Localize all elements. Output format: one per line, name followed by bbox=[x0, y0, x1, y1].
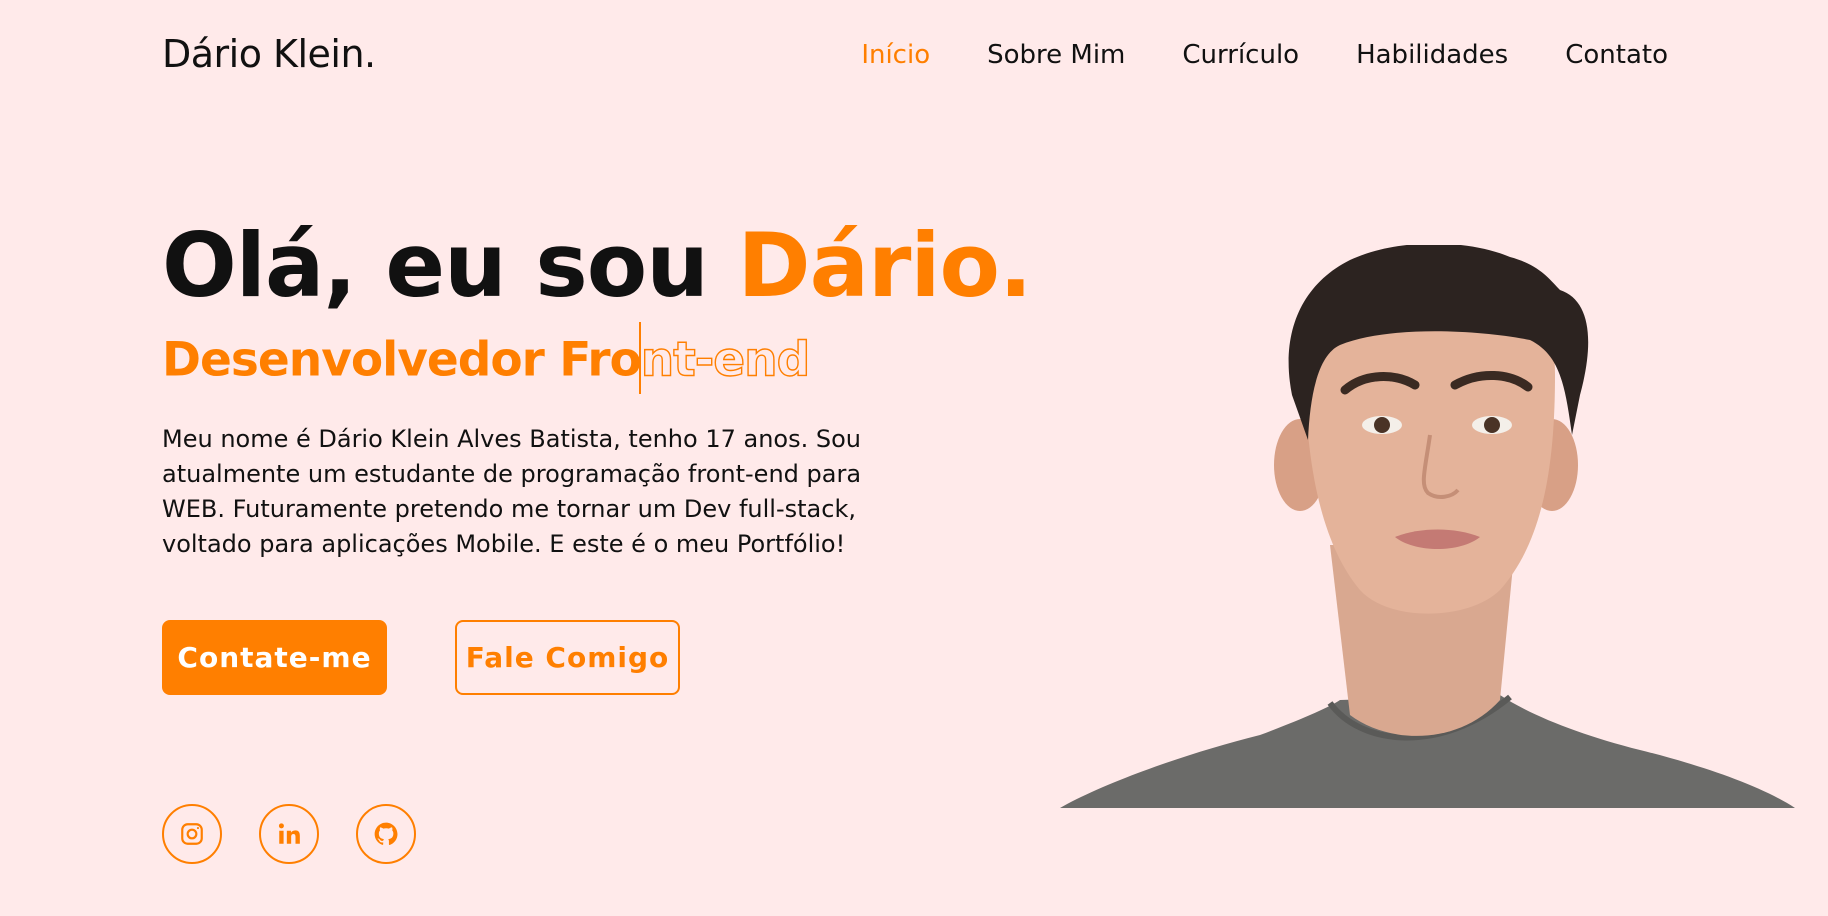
instagram-icon bbox=[181, 823, 203, 845]
nav-item-contato[interactable]: Contato bbox=[1565, 40, 1668, 70]
github-link[interactable] bbox=[356, 804, 416, 864]
linkedin-link[interactable] bbox=[259, 804, 319, 864]
github-icon bbox=[374, 822, 398, 845]
hero-title: Olá, eu sou Dário. bbox=[162, 222, 1032, 310]
hero-subtitle: Desenvolvedor Front-end bbox=[162, 322, 922, 394]
hero-buttons: Contate-me Fale Comigo bbox=[162, 620, 922, 695]
linkedin-icon bbox=[278, 823, 300, 844]
hero-section: Olá, eu sou Dário. Desenvolvedor Front-e… bbox=[162, 222, 1032, 695]
social-links bbox=[162, 804, 416, 864]
profile-photo bbox=[1060, 245, 1795, 808]
subtitle-typed-text: Desenvolvedor Fro bbox=[162, 332, 642, 388]
hero-description: Meu nome é Dário Klein Alves Batista, te… bbox=[162, 425, 862, 558]
nav-item-inicio[interactable]: Início bbox=[861, 40, 930, 70]
talk-to-me-button[interactable]: Fale Comigo bbox=[455, 620, 680, 695]
nav-item-sobre-mim[interactable]: Sobre Mim bbox=[987, 40, 1125, 70]
contact-me-button[interactable]: Contate-me bbox=[162, 620, 387, 695]
subtitle-outline-text: nt-end bbox=[640, 332, 811, 388]
hero-title-name: Dário. bbox=[737, 214, 1033, 317]
site-header: Dário Klein. Início Sobre Mim Currículo … bbox=[0, 0, 1828, 110]
nav-item-curriculo[interactable]: Currículo bbox=[1182, 40, 1299, 70]
nav-item-habilidades[interactable]: Habilidades bbox=[1356, 40, 1508, 70]
site-logo[interactable]: Dário Klein. bbox=[162, 32, 376, 76]
hero-title-prefix: Olá, eu sou bbox=[162, 214, 738, 317]
instagram-link[interactable] bbox=[162, 804, 222, 864]
main-nav: Início Sobre Mim Currículo Habilidades C… bbox=[861, 40, 1668, 70]
